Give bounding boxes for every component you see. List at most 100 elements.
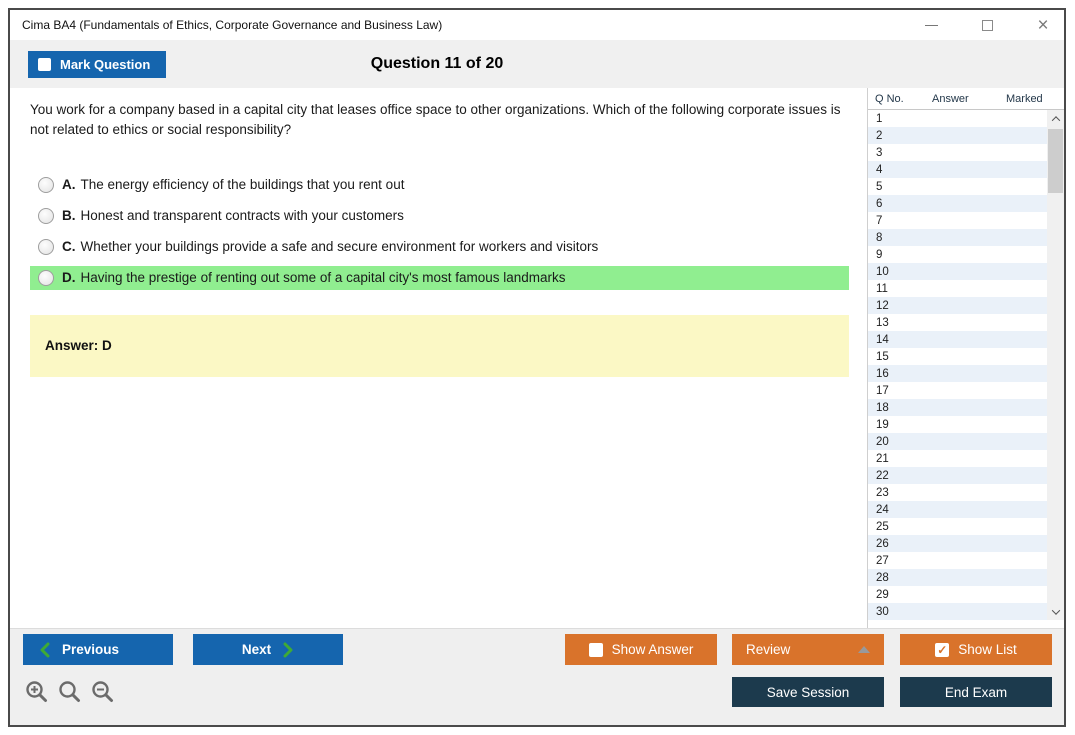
- question-row[interactable]: 17: [868, 382, 1047, 399]
- save-session-label: Save Session: [766, 684, 850, 700]
- maximize-icon: [981, 19, 993, 31]
- show-list-checkbox[interactable]: ✓: [935, 642, 950, 657]
- question-row[interactable]: 4: [868, 161, 1047, 178]
- option-text: The energy efficiency of the buildings t…: [80, 177, 405, 192]
- option-d-correct-highlighted[interactable]: D. Having the prestige of renting out so…: [30, 265, 849, 290]
- review-label: Review: [746, 642, 791, 657]
- show-answer-label: Show Answer: [611, 642, 694, 657]
- chevron-down-icon: [1051, 605, 1060, 615]
- answer-box: Answer: D: [30, 314, 849, 377]
- question-row[interactable]: 26: [868, 535, 1047, 552]
- question-row[interactable]: 22: [868, 467, 1047, 484]
- question-row[interactable]: 14: [868, 331, 1047, 348]
- answer-text: Answer: D: [45, 338, 112, 353]
- option-b[interactable]: B. Honest and transparent contracts with…: [30, 204, 849, 228]
- main-area: You work for a company based in a capita…: [10, 88, 1064, 628]
- chevron-left-icon: [40, 642, 50, 657]
- previous-button[interactable]: Previous: [23, 634, 173, 665]
- question-row[interactable]: 12: [868, 297, 1047, 314]
- option-letter: D.: [62, 270, 76, 285]
- question-counter: Question 11 of 20: [370, 55, 504, 72]
- question-row[interactable]: 18: [868, 399, 1047, 416]
- question-text: You work for a company based in a capita…: [30, 102, 841, 138]
- question-row[interactable]: 30: [868, 603, 1047, 620]
- chevron-up-icon: [1051, 115, 1060, 125]
- column-header-qno[interactable]: Q No.: [868, 93, 932, 105]
- option-text: Having the prestige of renting out some …: [80, 270, 566, 285]
- option-letter: B.: [62, 208, 76, 223]
- radio-icon[interactable]: [38, 238, 54, 255]
- review-dropdown-button[interactable]: Review: [732, 634, 884, 665]
- chevron-right-icon: [283, 642, 293, 657]
- question-row[interactable]: 16: [868, 365, 1047, 382]
- footer-bar: Previous Next Show Answer Review ✓ Show …: [10, 628, 1064, 725]
- scrollbar[interactable]: [1047, 110, 1064, 620]
- question-row[interactable]: 19: [868, 416, 1047, 433]
- scrollbar-thumb[interactable]: [1048, 129, 1063, 193]
- save-session-button[interactable]: Save Session: [732, 677, 884, 707]
- question-row[interactable]: 1: [868, 110, 1047, 127]
- question-row[interactable]: 13: [868, 314, 1047, 331]
- question-panel: You work for a company based in a capita…: [10, 88, 867, 628]
- question-rows: 1 2 3 4 5 6 7 8 9 10 11 12 13 14 15 16 1…: [868, 110, 1047, 620]
- column-header-marked[interactable]: Marked: [998, 93, 1064, 105]
- question-row[interactable]: 28: [868, 569, 1047, 586]
- question-row[interactable]: 24: [868, 501, 1047, 518]
- question-list-header: Q No. Answer Marked: [868, 88, 1064, 110]
- zoom-out-icon[interactable]: [90, 679, 116, 705]
- question-list-panel: Q No. Answer Marked 1 2 3 4 5 6 7 8 9 10…: [867, 88, 1064, 628]
- window-title: Cima BA4 (Fundamentals of Ethics, Corpor…: [22, 18, 443, 32]
- option-letter: C.: [62, 239, 76, 254]
- option-c[interactable]: C. Whether your buildings provide a safe…: [30, 235, 849, 259]
- close-button[interactable]: ×: [1032, 14, 1054, 36]
- title-bar: Cima BA4 (Fundamentals of Ethics, Corpor…: [10, 10, 1064, 40]
- previous-label: Previous: [62, 642, 120, 657]
- question-list-body: 1 2 3 4 5 6 7 8 9 10 11 12 13 14 15 16 1…: [868, 110, 1064, 620]
- question-row[interactable]: 6: [868, 195, 1047, 212]
- question-row[interactable]: 15: [868, 348, 1047, 365]
- window-controls: ×: [920, 10, 1054, 40]
- options-list: A. The energy efficiency of the building…: [30, 173, 849, 290]
- option-a[interactable]: A. The energy efficiency of the building…: [30, 173, 849, 197]
- question-row[interactable]: 7: [868, 212, 1047, 229]
- option-text: Whether your buildings provide a safe an…: [80, 239, 599, 254]
- check-icon: ✓: [937, 642, 948, 657]
- show-list-label: Show List: [958, 642, 1017, 657]
- question-row[interactable]: 25: [868, 518, 1047, 535]
- option-letter: A.: [62, 177, 76, 192]
- question-row[interactable]: 11: [868, 280, 1047, 297]
- dropdown-arrow-icon: [858, 646, 870, 653]
- question-row[interactable]: 27: [868, 552, 1047, 569]
- radio-icon[interactable]: [38, 269, 54, 286]
- header-bar: Mark Question Question 11 of 20: [10, 40, 1064, 88]
- next-label: Next: [241, 642, 272, 657]
- question-row[interactable]: 23: [868, 484, 1047, 501]
- question-row[interactable]: 10: [868, 263, 1047, 280]
- question-row[interactable]: 5: [868, 178, 1047, 195]
- radio-icon[interactable]: [38, 207, 54, 224]
- question-row[interactable]: 29: [868, 586, 1047, 603]
- end-exam-button[interactable]: End Exam: [900, 677, 1052, 707]
- option-text: Honest and transparent contracts with yo…: [80, 208, 404, 223]
- question-row[interactable]: 3: [868, 144, 1047, 161]
- radio-icon[interactable]: [38, 176, 54, 193]
- show-answer-button[interactable]: Show Answer: [565, 634, 717, 665]
- zoom-in-icon[interactable]: [24, 679, 50, 705]
- scroll-down-button[interactable]: [1047, 603, 1064, 620]
- next-button[interactable]: Next: [193, 634, 343, 665]
- show-list-button[interactable]: ✓ Show List: [900, 634, 1052, 665]
- question-row[interactable]: 21: [868, 450, 1047, 467]
- column-header-answer[interactable]: Answer: [932, 93, 998, 105]
- end-exam-label: End Exam: [944, 684, 1008, 700]
- question-row[interactable]: 8: [868, 229, 1047, 246]
- question-row[interactable]: 2: [868, 127, 1047, 144]
- zoom-reset-icon[interactable]: [57, 679, 83, 705]
- question-row[interactable]: 20: [868, 433, 1047, 450]
- minimize-icon: [924, 24, 938, 26]
- scroll-up-button[interactable]: [1047, 110, 1064, 127]
- question-row[interactable]: 9: [868, 246, 1047, 263]
- show-answer-checkbox[interactable]: [588, 642, 603, 657]
- zoom-controls: [24, 679, 116, 705]
- maximize-button[interactable]: [976, 14, 998, 36]
- minimize-button[interactable]: [920, 14, 942, 36]
